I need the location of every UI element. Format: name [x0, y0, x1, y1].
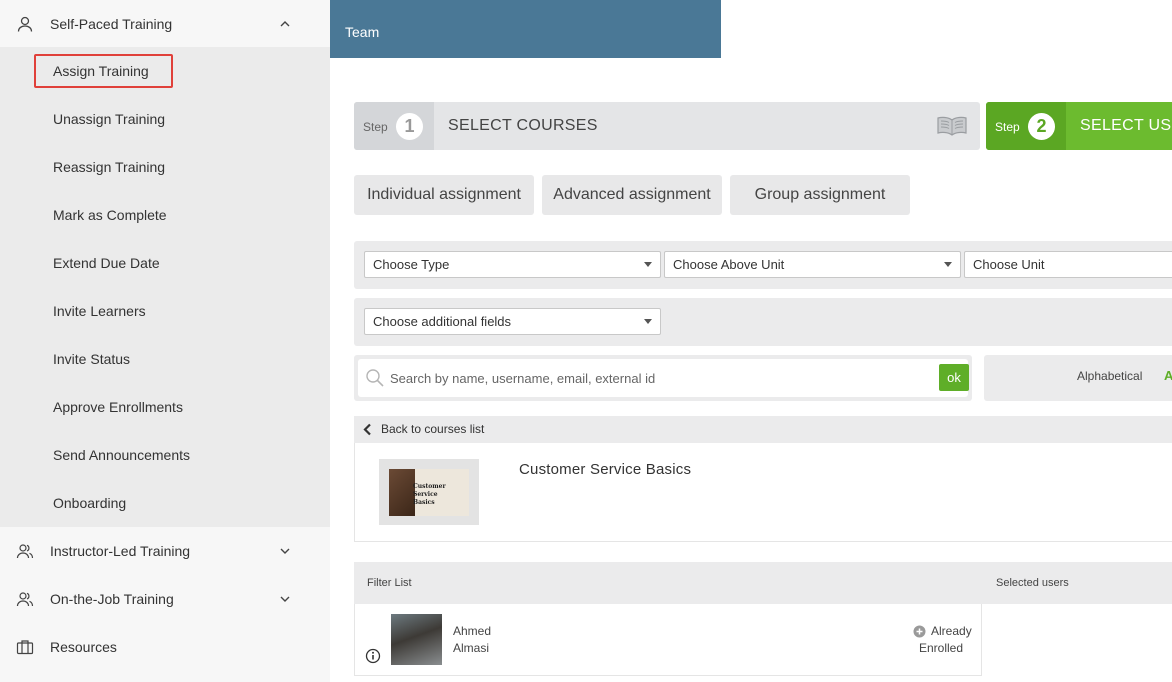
thumbnail-image: Customer Service Basics: [389, 469, 469, 516]
selected-users-list: [982, 604, 1172, 682]
nav-section-label: Instructor-Led Training: [50, 543, 191, 559]
select-value: Choose Type: [373, 257, 450, 272]
search-ok-button[interactable]: ok: [939, 364, 969, 391]
people-icon: [16, 592, 34, 607]
sort-panel: Alphabetical A: [984, 355, 1172, 401]
submenu-send-announcements[interactable]: Send Announcements: [0, 431, 330, 479]
nav-section-label: Self-Paced Training: [50, 16, 173, 32]
sidebar: Self-Paced Training Assign Training Unas…: [0, 0, 330, 682]
submenu-label: Reassign Training: [53, 159, 166, 175]
nav-instructor-led-training[interactable]: Instructor-Led Training: [0, 527, 330, 575]
tab-advanced-assignment[interactable]: Advanced assignment: [542, 175, 722, 215]
filter-list-label: Filter List: [367, 577, 412, 589]
caret-down-icon: [944, 262, 952, 267]
nav-resources[interactable]: Resources: [0, 623, 330, 671]
tab-group-assignment[interactable]: Group assignment: [730, 175, 910, 215]
list-header: Filter List Selected users: [354, 562, 1172, 604]
chevron-down-icon[interactable]: [279, 593, 291, 605]
user-first-name: Ahmed: [453, 624, 492, 638]
self-paced-submenu: Assign Training Unassign Training Reassi…: [0, 47, 330, 527]
sort-label: Alphabetical: [1077, 369, 1143, 383]
step-title: SELECT USER: [1080, 117, 1172, 134]
thumbnail-text-line: Customer Service: [413, 483, 446, 498]
nav-on-the-job-training[interactable]: On-the-Job Training: [0, 575, 330, 623]
submenu-invite-learners[interactable]: Invite Learners: [0, 287, 330, 335]
select-value: Choose Unit: [973, 257, 1045, 272]
submenu-assign-training[interactable]: Assign Training: [0, 47, 330, 95]
course-card: Customer Service Basics Customer Service …: [354, 443, 1172, 542]
choose-additional-fields-select[interactable]: Choose additional fields: [364, 308, 661, 335]
chevron-up-icon[interactable]: [279, 18, 291, 30]
search-panel: ok: [354, 355, 972, 401]
step-indicator: Step 2: [986, 102, 1066, 150]
nav-section-label: Resources: [50, 639, 117, 655]
select-value: Choose Above Unit: [673, 257, 785, 272]
filter-panel-units: Choose Type Choose Above Unit Choose Uni…: [354, 241, 1172, 289]
submenu-label: Mark as Complete: [53, 207, 167, 223]
step-number: 2: [1028, 113, 1055, 140]
people-icon: [16, 544, 34, 559]
step-word: Step: [363, 120, 388, 134]
submenu-unassign-training[interactable]: Unassign Training: [0, 95, 330, 143]
user-last-name: Almasi: [453, 641, 490, 655]
step-select-courses[interactable]: Step 1 SELECT COURSES: [354, 102, 980, 150]
course-title: Customer Service Basics: [519, 461, 692, 478]
thumbnail-face: [389, 469, 415, 516]
choose-type-select[interactable]: Choose Type: [364, 251, 661, 278]
sort-toggle[interactable]: A: [1164, 368, 1172, 383]
submenu-reassign-training[interactable]: Reassign Training: [0, 143, 330, 191]
caret-down-icon: [644, 319, 652, 324]
enrollment-status: Enrolled: [919, 641, 964, 655]
choose-unit-select[interactable]: Choose Unit: [964, 251, 1172, 278]
info-icon[interactable]: [365, 648, 381, 664]
avatar: [391, 614, 442, 665]
enrollment-status: Already: [931, 624, 972, 638]
search-input[interactable]: [390, 367, 930, 389]
submenu-extend-due-date[interactable]: Extend Due Date: [0, 239, 330, 287]
course-thumbnail: Customer Service Basics: [379, 459, 479, 525]
submenu-label: Send Announcements: [53, 447, 190, 463]
person-icon: [17, 16, 33, 32]
thumbnail-text-line: Basics: [413, 499, 435, 506]
submenu-label: Invite Learners: [53, 303, 146, 319]
tab-individual-assignment[interactable]: Individual assignment: [354, 175, 534, 215]
submenu-mark-as-complete[interactable]: Mark as Complete: [0, 191, 330, 239]
selected-users-label: Selected users: [996, 577, 1069, 589]
main-content: Team Step 1 SELECT COURSES Step 2 SELECT…: [330, 0, 1172, 682]
open-book-icon: [937, 116, 967, 136]
submenu-label: Assign Training: [53, 63, 149, 79]
caret-down-icon: [644, 262, 652, 267]
chevron-left-icon[interactable]: [362, 423, 372, 436]
submenu-label: Unassign Training: [53, 111, 166, 127]
submenu-onboarding[interactable]: Onboarding: [0, 479, 330, 527]
submenu-label: Extend Due Date: [53, 255, 160, 271]
select-value: Choose additional fields: [373, 314, 512, 329]
submenu-invite-status[interactable]: Invite Status: [0, 335, 330, 383]
briefcase-icon: [16, 640, 34, 655]
back-bar: Back to courses list: [354, 416, 1172, 443]
search-icon: [366, 369, 384, 387]
step-select-users[interactable]: Step 2 SELECT USER: [986, 102, 1172, 150]
search-box: ok: [358, 359, 969, 397]
step-title: SELECT COURSES: [448, 117, 598, 134]
list-item[interactable]: Ahmed Almasi Already Enrolled: [354, 604, 982, 676]
filter-panel-additional: Choose additional fields: [354, 298, 1172, 346]
step-indicator: Step 1: [354, 102, 434, 150]
step-number: 1: [396, 113, 423, 140]
back-to-courses-link[interactable]: Back to courses list: [381, 422, 484, 436]
submenu-approve-enrollments[interactable]: Approve Enrollments: [0, 383, 330, 431]
chevron-down-icon[interactable]: [279, 545, 291, 557]
thumbnail-text: Customer Service Basics: [413, 483, 469, 507]
nav-section-label: On-the-Job Training: [50, 591, 174, 607]
nav-self-paced-training[interactable]: Self-Paced Training: [0, 0, 330, 48]
submenu-label: Invite Status: [53, 351, 131, 367]
submenu-label: Onboarding: [53, 495, 127, 511]
step-word: Step: [995, 120, 1020, 134]
team-title: Team: [345, 24, 380, 40]
submenu-label: Approve Enrollments: [53, 399, 183, 415]
plus-circle-icon[interactable]: [913, 625, 926, 638]
choose-above-unit-select[interactable]: Choose Above Unit: [664, 251, 961, 278]
team-header: Team: [330, 0, 721, 58]
